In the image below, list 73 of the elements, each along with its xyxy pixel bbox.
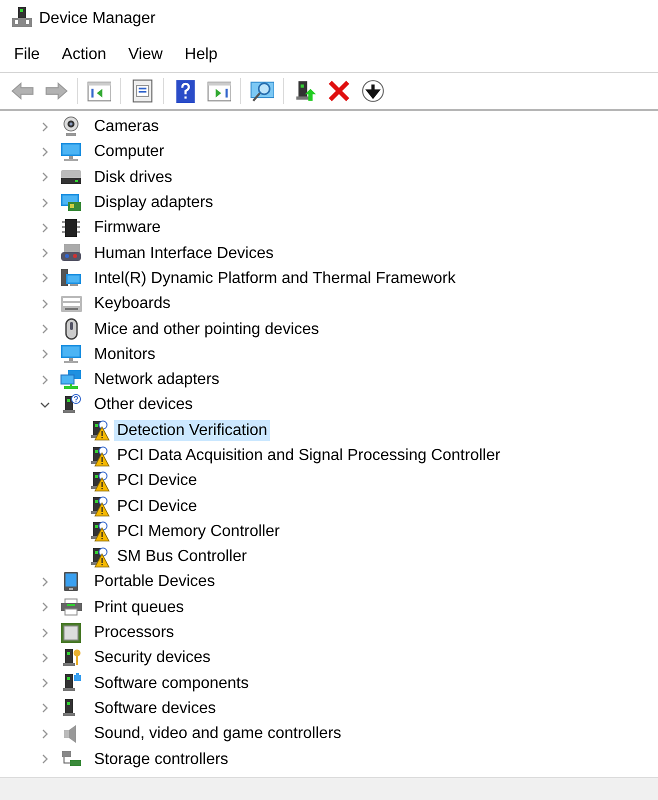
expand-caret-icon[interactable] (40, 602, 50, 612)
device-label[interactable]: PCI Memory Controller (114, 520, 283, 542)
monitor-icon (60, 140, 82, 163)
expand-caret-icon[interactable] (40, 349, 50, 360)
category-label[interactable]: Network adapters (91, 369, 222, 390)
category-label[interactable]: Cameras (91, 116, 162, 138)
properties-icon[interactable] (130, 79, 154, 103)
menu-item[interactable]: Action (54, 42, 114, 68)
panel-icon[interactable] (207, 79, 231, 103)
expand-caret-icon[interactable] (40, 728, 50, 739)
category-label[interactable]: Keyboards (91, 293, 174, 314)
expand-caret-icon[interactable] (40, 652, 50, 663)
processor-icon (60, 622, 82, 644)
security-key-icon (60, 646, 82, 669)
category-label[interactable]: Security devices (91, 647, 214, 668)
menu-item[interactable]: View (121, 42, 170, 68)
expand-caret-icon[interactable] (40, 374, 50, 385)
panel-icon[interactable] (87, 79, 111, 103)
category-label[interactable]: Monitors (91, 344, 158, 365)
warning-device-icon (88, 546, 110, 568)
category-label[interactable]: Storage controllers (91, 748, 232, 770)
category-label[interactable]: Portable Devices (91, 571, 218, 592)
category-label[interactable]: Firmware (91, 217, 164, 238)
category-label[interactable]: Mice and other pointing devices (91, 318, 322, 340)
device-label[interactable]: PCI Device (114, 470, 200, 492)
device-label[interactable]: PCI Device (114, 496, 200, 517)
collapse-caret-icon[interactable] (40, 400, 50, 410)
expand-caret-icon[interactable] (40, 324, 50, 334)
expand-caret-icon[interactable] (40, 172, 50, 182)
category-label[interactable]: Computer (91, 141, 168, 162)
printer-icon (60, 596, 82, 618)
expand-caret-icon[interactable] (40, 248, 50, 258)
warning-device-icon (88, 470, 110, 492)
chip-icon (60, 216, 82, 239)
close-icon[interactable] (327, 79, 351, 103)
expand-caret-icon[interactable] (40, 628, 50, 638)
category-label[interactable]: Processors (91, 622, 178, 644)
warning-device-icon (88, 495, 110, 518)
device-label[interactable]: SM Bus Controller (114, 546, 250, 568)
expand-caret-icon[interactable] (40, 273, 50, 284)
network-icon (60, 368, 82, 391)
expand-caret-icon[interactable] (40, 298, 50, 309)
category-label[interactable]: Intel(R) Dynamic Platform and Thermal Framework (91, 268, 459, 289)
category-label[interactable]: Human Interface Devices (91, 242, 277, 264)
download-icon[interactable] (361, 79, 385, 103)
category-label[interactable]: Print queues (91, 596, 187, 618)
warning-device-icon (88, 444, 110, 466)
expand-caret-icon[interactable] (40, 576, 50, 587)
warning-device-icon (88, 419, 110, 442)
category-label[interactable]: Software components (91, 672, 252, 694)
menu-item[interactable]: File (7, 42, 47, 68)
category-label[interactable]: Disk drives (91, 166, 176, 188)
monitor-icon (60, 343, 82, 366)
category-label[interactable]: Display adapters (91, 192, 216, 214)
expand-caret-icon[interactable] (40, 146, 50, 157)
warning-device-icon (88, 520, 110, 542)
category-label[interactable]: Other devices (91, 394, 196, 416)
expand-caret-icon[interactable] (40, 678, 50, 688)
window-title: Device Manager (39, 10, 156, 28)
expand-caret-icon[interactable] (40, 198, 50, 208)
device-label[interactable]: PCI Data Acquisition and Signal Processing Controller (114, 445, 504, 466)
expand-caret-icon[interactable] (40, 703, 50, 714)
device-label[interactable]: Detection Verification (114, 420, 270, 441)
category-label[interactable]: Software devices (91, 698, 219, 719)
display-adapter-icon (60, 192, 82, 214)
device-manager-icon (11, 6, 33, 28)
monitor-search-icon[interactable] (250, 79, 274, 103)
menu-item[interactable]: Help (178, 42, 225, 68)
expand-caret-icon[interactable] (40, 122, 50, 132)
question-device-icon (60, 394, 82, 416)
expand-caret-icon[interactable] (40, 222, 50, 233)
expand-caret-icon[interactable] (40, 754, 50, 764)
category-label[interactable]: Sound, video and game controllers (91, 723, 344, 744)
